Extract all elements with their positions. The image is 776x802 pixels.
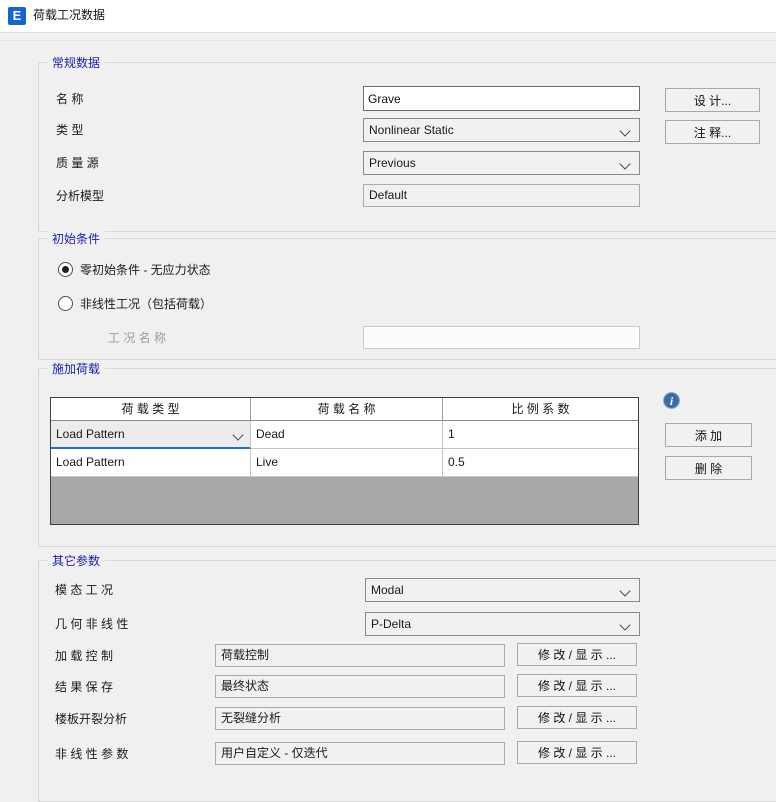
title-bar <box>0 0 776 33</box>
geometric-nonlinearity-label: 几 何 非 线 性 <box>55 612 128 636</box>
notes-button[interactable]: 注 释... <box>665 120 760 144</box>
nonlinear-case-radio[interactable] <box>58 296 73 311</box>
load-type-cell-value: Load Pattern <box>56 427 125 441</box>
name-label: 名 称 <box>56 87 83 111</box>
group-initial-label: 初始条件 <box>47 230 105 247</box>
type-select-value: Nonlinear Static <box>369 123 454 137</box>
geometric-nonlinearity-select-value: P-Delta <box>371 617 411 631</box>
delete-button[interactable]: 删 除 <box>665 456 752 480</box>
slab-cracking-label: 楼板开裂分析 <box>55 707 127 731</box>
scale-factor-column-header: 比 例 系 数 <box>443 398 638 421</box>
modify-show-nonlinear-parameters-button[interactable]: 修 改 / 显 示 ... <box>517 741 637 764</box>
type-label: 类 型 <box>56 118 83 142</box>
app-icon: E <box>8 7 26 25</box>
nonlinear-parameters-label: 非 线 性 参 数 <box>55 742 128 766</box>
design-button[interactable]: 设 计... <box>665 88 760 112</box>
nonlinear-parameters-field: 用户自定义 - 仅迭代 <box>215 742 505 765</box>
loads-table-header-row: 荷 载 类 型 荷 载 名 称 比 例 系 数 <box>51 398 638 421</box>
modify-show-slab-cracking-button[interactable]: 修 改 / 显 示 ... <box>517 706 637 729</box>
scale-factor-cell[interactable]: 1 <box>443 421 638 449</box>
name-input[interactable] <box>363 86 640 111</box>
chevron-down-icon <box>619 619 630 630</box>
results-saved-field: 最终状态 <box>215 675 505 698</box>
modal-case-select[interactable]: Modal <box>365 578 640 602</box>
load-type-column-header: 荷 载 类 型 <box>51 398 251 421</box>
nonlinear-case-radio-label[interactable]: 非线性工况（包括荷载） <box>80 296 212 312</box>
mass-source-label: 质 量 源 <box>56 151 99 175</box>
load-application-label: 加 载 控 制 <box>55 644 113 668</box>
case-name-label: 工 况 名 称 <box>108 326 166 350</box>
mass-source-select[interactable]: Previous <box>363 151 640 175</box>
group-general-label: 常规数据 <box>47 54 105 71</box>
analysis-model-label: 分析模型 <box>56 184 104 208</box>
add-button[interactable]: 添 加 <box>665 423 752 447</box>
scale-factor-cell[interactable]: 0.5 <box>443 449 638 477</box>
loads-table: 荷 载 类 型 荷 载 名 称 比 例 系 数 Load Pattern Dea… <box>50 397 639 525</box>
load-type-cell-combo[interactable]: Load Pattern <box>51 421 251 449</box>
geometric-nonlinearity-select[interactable]: P-Delta <box>365 612 640 636</box>
load-name-cell[interactable]: Live <box>251 449 443 477</box>
load-type-cell[interactable]: Load Pattern <box>51 449 251 477</box>
info-icon[interactable]: i <box>663 392 680 409</box>
modify-show-results-saved-button[interactable]: 修 改 / 显 示 ... <box>517 674 637 697</box>
results-saved-label: 结 果 保 存 <box>55 675 113 699</box>
group-other-label: 其它参数 <box>47 552 105 569</box>
header-divider <box>0 40 776 41</box>
modify-show-load-application-button[interactable]: 修 改 / 显 示 ... <box>517 643 637 666</box>
group-loads-label: 施加荷载 <box>47 360 105 377</box>
table-row: Load Pattern Live 0.5 <box>51 449 638 477</box>
zero-initial-radio-label[interactable]: 零初始条件 - 无应力状态 <box>80 262 211 278</box>
load-application-field: 荷载控制 <box>215 644 505 667</box>
chevron-down-icon <box>619 158 630 169</box>
modal-case-label: 模 态 工 况 <box>55 578 113 602</box>
load-name-column-header: 荷 载 名 称 <box>251 398 443 421</box>
case-name-input <box>363 326 640 349</box>
chevron-down-icon <box>619 125 630 136</box>
analysis-model-field: Default <box>363 184 640 207</box>
modal-case-select-value: Modal <box>371 583 404 597</box>
chevron-down-icon <box>619 585 630 596</box>
table-row: Load Pattern Dead 1 <box>51 421 638 449</box>
zero-initial-radio[interactable] <box>58 262 73 277</box>
type-select[interactable]: Nonlinear Static <box>363 118 640 142</box>
slab-cracking-field: 无裂缝分析 <box>215 707 505 730</box>
load-name-cell[interactable]: Dead <box>251 421 443 449</box>
window-title: 荷载工况数据 <box>33 0 105 32</box>
chevron-down-icon <box>232 429 243 440</box>
mass-source-select-value: Previous <box>369 156 416 170</box>
